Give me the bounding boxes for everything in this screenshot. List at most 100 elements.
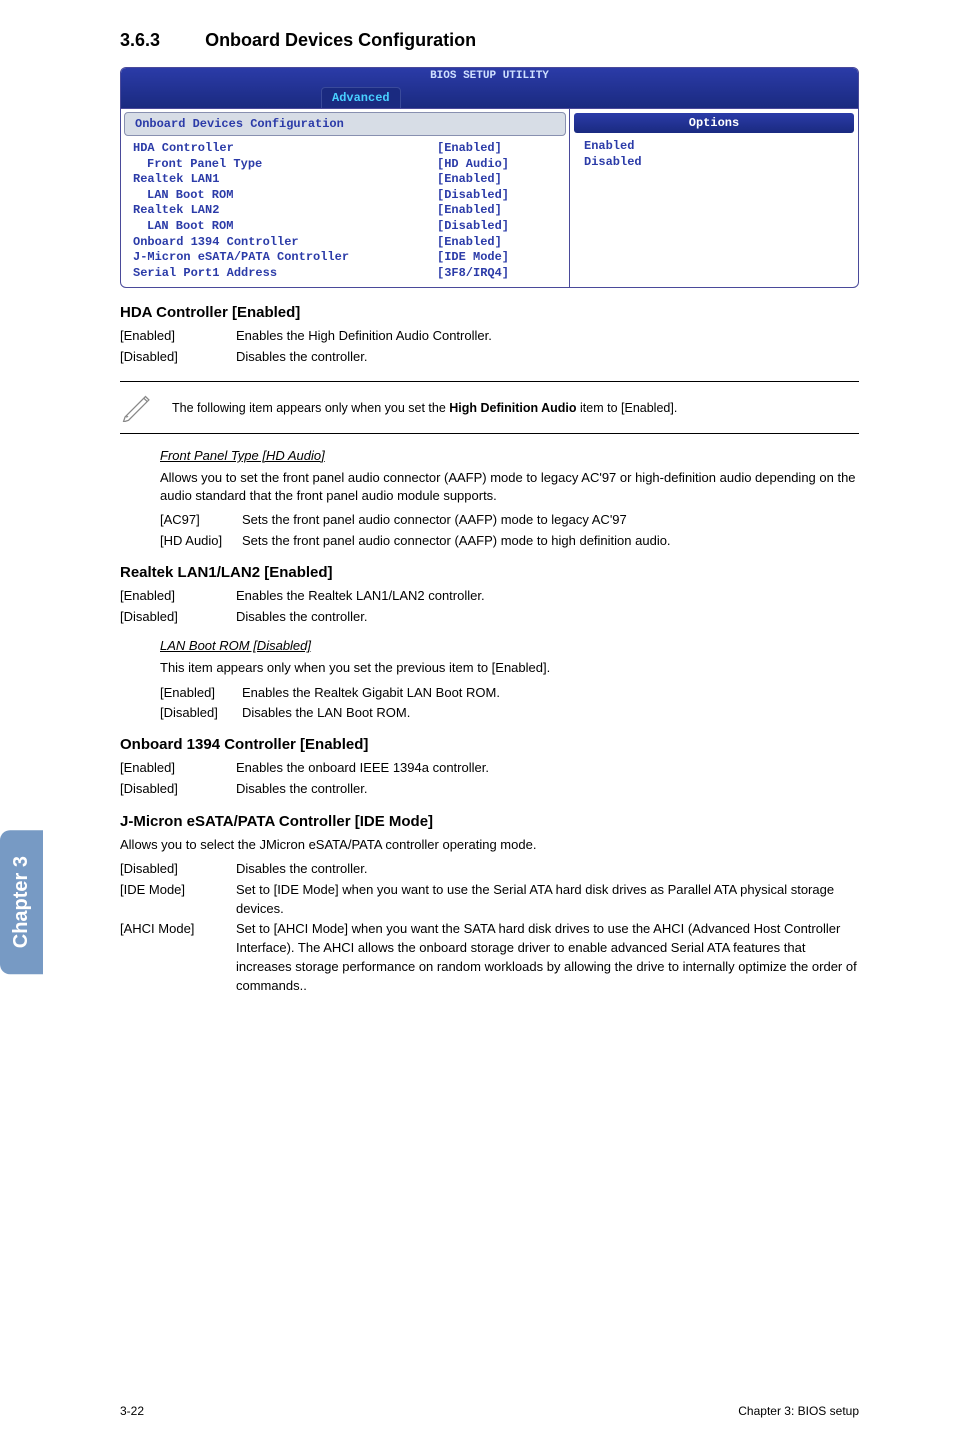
lanboot-disabled-row: [Disabled] Disables the LAN Boot ROM.	[160, 704, 859, 722]
onboard1394-disabled-row: [Disabled] Disables the controller.	[120, 780, 859, 799]
note-text: The following item appears only when you…	[172, 401, 859, 415]
bios-title: BIOS SETUP UTILITY	[121, 68, 858, 82]
def-desc: Set to [IDE Mode] when you want to use t…	[236, 881, 859, 919]
def-desc: Disables the controller.	[236, 608, 859, 627]
section-title: Onboard Devices Configuration	[205, 30, 476, 50]
bios-row-value: [HD Audio]	[437, 157, 557, 173]
def-desc: Enables the High Definition Audio Contro…	[236, 327, 859, 346]
bios-row: Front Panel Type[HD Audio]	[133, 157, 557, 173]
fpt-block: Front Panel Type [HD Audio] Allows you t…	[160, 448, 859, 550]
bios-rows: HDA Controller[Enabled]Front Panel Type[…	[121, 139, 569, 287]
jmicron-heading: J-Micron eSATA/PATA Controller [IDE Mode…	[120, 813, 859, 830]
bios-subheader: Onboard Devices Configuration	[124, 112, 566, 136]
def-term: [Enabled]	[120, 759, 236, 778]
jmicron-ahci-row: [AHCI Mode] Set to [AHCI Mode] when you …	[120, 920, 859, 995]
bios-row-label: Onboard 1394 Controller	[133, 235, 437, 251]
bios-header: BIOS SETUP UTILITY Advanced	[121, 68, 858, 108]
def-term: [IDE Mode]	[120, 881, 236, 919]
realtek-disabled-row: [Disabled] Disables the controller.	[120, 608, 859, 627]
fpt-ac97-row: [AC97] Sets the front panel audio connec…	[160, 511, 859, 529]
def-desc: Disables the controller.	[236, 348, 859, 367]
def-term: [Enabled]	[120, 327, 236, 346]
def-desc: Disables the controller.	[236, 860, 859, 879]
bios-row: LAN Boot ROM[Disabled]	[133, 219, 557, 235]
bios-row: LAN Boot ROM[Disabled]	[133, 188, 557, 204]
fpt-para: Allows you to set the front panel audio …	[160, 469, 859, 505]
def-term: [Disabled]	[120, 348, 236, 367]
jmicron-ide-row: [IDE Mode] Set to [IDE Mode] when you wa…	[120, 881, 859, 919]
bios-row-value: [Enabled]	[437, 141, 557, 157]
realtek-heading: Realtek LAN1/LAN2 [Enabled]	[120, 564, 859, 581]
bios-row-value: [Disabled]	[437, 188, 557, 204]
def-term: [AC97]	[160, 511, 242, 529]
jmicron-disabled-row: [Disabled] Disables the controller.	[120, 860, 859, 879]
lanboot-para: This item appears only when you set the …	[160, 659, 859, 677]
bios-row: HDA Controller[Enabled]	[133, 141, 557, 157]
def-desc: Disables the controller.	[236, 780, 859, 799]
bios-row-label: Serial Port1 Address	[133, 266, 437, 282]
fpt-heading: Front Panel Type [HD Audio]	[160, 448, 859, 463]
bios-row-value: [IDE Mode]	[437, 250, 557, 266]
def-term: [AHCI Mode]	[120, 920, 236, 995]
page-number: 3-22	[120, 1404, 144, 1418]
onboard1394-heading: Onboard 1394 Controller [Enabled]	[120, 736, 859, 753]
bios-row: Realtek LAN2[Enabled]	[133, 203, 557, 219]
bios-row-value: [Enabled]	[437, 172, 557, 188]
def-desc: Enables the onboard IEEE 1394a controlle…	[236, 759, 859, 778]
bios-tabs: Advanced	[121, 87, 401, 108]
bios-row-value: [Disabled]	[437, 219, 557, 235]
bios-row: Onboard 1394 Controller[Enabled]	[133, 235, 557, 251]
def-term: [Disabled]	[120, 780, 236, 799]
bios-option: Enabled	[584, 139, 844, 155]
note-prefix: The following item appears only when you…	[172, 401, 449, 415]
chapter-tab: Chapter 3	[0, 830, 43, 974]
bios-screenshot: BIOS SETUP UTILITY Advanced Onboard Devi…	[120, 67, 859, 288]
section-number: 3.6.3	[120, 30, 200, 50]
bios-row-label: Realtek LAN2	[133, 203, 437, 219]
note-suffix: item to [Enabled].	[577, 401, 678, 415]
bios-options-header: Options	[574, 113, 854, 133]
def-desc: Enables the Realtek Gigabit LAN Boot ROM…	[242, 684, 500, 702]
jmicron-para: Allows you to select the JMicron eSATA/P…	[120, 836, 859, 854]
bios-row-label: Front Panel Type	[133, 157, 437, 173]
lanboot-block: LAN Boot ROM [Disabled] This item appear…	[160, 638, 859, 722]
def-desc: Sets the front panel audio connector (AA…	[242, 532, 671, 550]
def-term: [Enabled]	[120, 587, 236, 606]
bios-side-panel: Options EnabledDisabled	[570, 109, 858, 287]
def-term: [HD Audio]	[160, 532, 242, 550]
bios-row-label: J-Micron eSATA/PATA Controller	[133, 250, 437, 266]
bios-tab-advanced: Advanced	[321, 87, 401, 108]
lanboot-heading: LAN Boot ROM [Disabled]	[160, 638, 859, 653]
note-bold: High Definition Audio	[449, 401, 576, 415]
hda-disabled-row: [Disabled] Disables the controller.	[120, 348, 859, 367]
bios-row-value: [Enabled]	[437, 203, 557, 219]
bios-main-panel: Onboard Devices Configuration HDA Contro…	[121, 109, 570, 287]
onboard1394-enabled-row: [Enabled] Enables the onboard IEEE 1394a…	[120, 759, 859, 778]
bios-row-value: [Enabled]	[437, 235, 557, 251]
def-desc: Enables the Realtek LAN1/LAN2 controller…	[236, 587, 859, 606]
realtek-enabled-row: [Enabled] Enables the Realtek LAN1/LAN2 …	[120, 587, 859, 606]
bios-option: Disabled	[584, 155, 844, 171]
footer: 3-22 Chapter 3: BIOS setup	[120, 1404, 859, 1418]
hda-heading: HDA Controller [Enabled]	[120, 304, 859, 321]
section-heading: 3.6.3 Onboard Devices Configuration	[120, 30, 859, 51]
def-term: [Disabled]	[160, 704, 242, 722]
def-term: [Disabled]	[120, 608, 236, 627]
bios-row: J-Micron eSATA/PATA Controller[IDE Mode]	[133, 250, 557, 266]
def-term: [Disabled]	[120, 860, 236, 879]
bios-row-label: LAN Boot ROM	[133, 219, 437, 235]
bios-row: Serial Port1 Address[3F8/IRQ4]	[133, 266, 557, 282]
bios-row-label: LAN Boot ROM	[133, 188, 437, 204]
bios-row-label: Realtek LAN1	[133, 172, 437, 188]
bios-row-label: HDA Controller	[133, 141, 437, 157]
note-block: The following item appears only when you…	[120, 381, 859, 434]
def-desc: Disables the LAN Boot ROM.	[242, 704, 410, 722]
bios-options-body: EnabledDisabled	[574, 133, 854, 176]
bios-row: Realtek LAN1[Enabled]	[133, 172, 557, 188]
lanboot-enabled-row: [Enabled] Enables the Realtek Gigabit LA…	[160, 684, 859, 702]
def-desc: Set to [AHCI Mode] when you want the SAT…	[236, 920, 859, 995]
pencil-icon	[120, 388, 154, 427]
footer-chapter: Chapter 3: BIOS setup	[738, 1404, 859, 1418]
bios-row-value: [3F8/IRQ4]	[437, 266, 557, 282]
hda-enabled-row: [Enabled] Enables the High Definition Au…	[120, 327, 859, 346]
